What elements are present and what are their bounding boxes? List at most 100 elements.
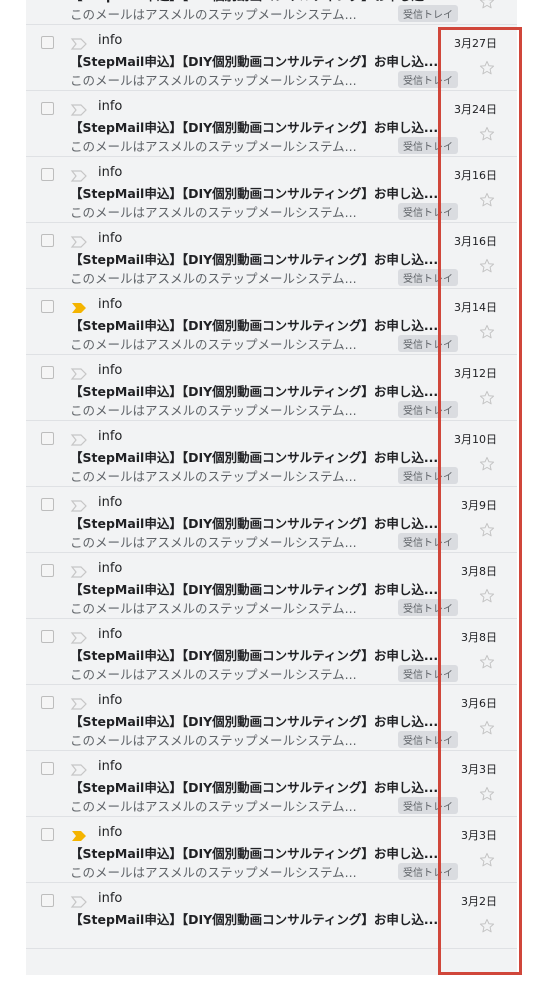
star-outline-icon[interactable] (478, 785, 496, 803)
checkbox-icon[interactable] (41, 168, 54, 181)
email-row[interactable]: info 3月10日 【StepMail申込】【DIY個別動画コンサルティング】お申… (26, 421, 517, 487)
sender-name: info (98, 33, 123, 48)
importance-marker-icon[interactable] (70, 630, 88, 644)
inbox-label[interactable]: 受信トレイ (398, 533, 458, 550)
email-row[interactable]: info 3月12日 【StepMail申込】【DIY個別動画コンサルティング】お申… (26, 355, 517, 421)
email-snippet: このメールはアスメルのステップメールシステム... (70, 601, 357, 616)
importance-marker-icon[interactable] (70, 300, 88, 314)
checkbox-icon[interactable] (41, 696, 54, 709)
importance-marker-icon[interactable] (70, 366, 88, 380)
email-subject: 【StepMail申込】【DIY個別動画コンサルティング】お申し込... (70, 714, 439, 729)
email-snippet: このメールはアスメルのステップメールシステム... (70, 733, 357, 748)
sender-name: info (98, 363, 123, 378)
star-outline-icon[interactable] (478, 257, 496, 275)
email-row[interactable]: info 3月16日 【StepMail申込】【DIY個別動画コンサルティング】お申… (26, 223, 517, 289)
email-row[interactable]: info 3月3日 【StepMail申込】【DIY個別動画コンサルティング】お申し… (26, 817, 517, 883)
checkbox-icon[interactable] (41, 300, 54, 313)
importance-marker-icon[interactable] (70, 234, 88, 248)
email-row[interactable]: 【StepMail申込】【DIY個別動画コンサルティング】お申し込...このメー… (26, 0, 517, 25)
importance-marker-icon[interactable] (70, 498, 88, 512)
star-outline-icon[interactable] (478, 587, 496, 605)
importance-marker-icon[interactable] (70, 894, 88, 908)
email-snippet: このメールはアスメルのステップメールシステム... (70, 799, 357, 814)
sender-name: info (98, 495, 123, 510)
email-date: 3月24日 (454, 103, 497, 116)
importance-marker-icon[interactable] (70, 432, 88, 446)
checkbox-icon[interactable] (41, 564, 54, 577)
email-date: 3月16日 (454, 169, 497, 182)
email-subject: 【StepMail申込】【DIY個別動画コンサルティング】お申し込... (70, 318, 439, 333)
checkbox-icon[interactable] (41, 498, 54, 511)
inbox-label[interactable]: 受信トレイ (398, 5, 458, 22)
star-outline-icon[interactable] (478, 389, 496, 407)
checkbox-icon[interactable] (41, 102, 54, 115)
email-date: 3月3日 (461, 763, 497, 776)
importance-marker-icon[interactable] (70, 762, 88, 776)
email-subject: 【StepMail申込】【DIY個別動画コンサルティング】お申し込... (70, 384, 439, 399)
importance-marker-icon[interactable] (70, 564, 88, 578)
inbox-label[interactable]: 受信トレイ (398, 863, 458, 880)
inbox-label[interactable]: 受信トレイ (398, 203, 458, 220)
email-date: 3月3日 (461, 829, 497, 842)
email-row[interactable]: info 3月8日 【StepMail申込】【DIY個別動画コンサルティング】お申し… (26, 553, 517, 619)
checkbox-icon[interactable] (41, 630, 54, 643)
email-subject: 【StepMail申込】【DIY個別動画コンサルティング】お申し込... (70, 54, 439, 69)
importance-marker-icon[interactable] (70, 36, 88, 50)
email-row[interactable]: info 3月27日 【StepMail申込】【DIY個別動画コンサルティング】お申… (26, 25, 517, 91)
email-date: 3月16日 (454, 235, 497, 248)
email-row[interactable]: info 3月16日【StepMail申込】【DIY個別動画コンサルティング】お申… (26, 157, 517, 223)
star-outline-icon[interactable] (478, 455, 496, 473)
inbox-label[interactable]: 受信トレイ (398, 467, 458, 484)
star-outline-icon[interactable] (478, 851, 496, 869)
inbox-label[interactable]: 受信トレイ (398, 269, 458, 286)
star-outline-icon[interactable] (478, 719, 496, 737)
email-date: 3月9日 (461, 499, 497, 512)
star-outline-icon[interactable] (478, 521, 496, 539)
inbox-label[interactable]: 受信トレイ (398, 797, 458, 814)
email-row[interactable]: info 3月24日 【StepMail申込】【DIY個別動画コンサルティング】お申… (26, 91, 517, 157)
star-outline-icon[interactable] (478, 191, 496, 209)
email-row[interactable]: info 3月2日 【StepMail申込】【DIY個別動画コンサルティング】お申し… (26, 883, 517, 949)
inbox-label[interactable]: 受信トレイ (398, 137, 458, 154)
checkbox-icon[interactable] (41, 828, 54, 841)
inbox-label[interactable]: 受信トレイ (398, 731, 458, 748)
sender-name: info (98, 165, 123, 180)
email-subject: 【StepMail申込】【DIY個別動画コンサルティング】お申し込... (70, 186, 439, 201)
checkbox-icon[interactable] (41, 432, 54, 445)
checkbox-icon[interactable] (41, 894, 54, 907)
inbox-label[interactable]: 受信トレイ (398, 401, 458, 418)
email-subject: 【StepMail申込】【DIY個別動画コンサルティング】お申し込... (70, 516, 439, 531)
star-outline-icon[interactable] (478, 917, 496, 935)
star-outline-icon[interactable] (478, 323, 496, 341)
sender-name: info (98, 429, 123, 444)
email-snippet: このメールはアスメルのステップメールシステム... (70, 7, 357, 22)
inbox-label[interactable]: 受信トレイ (398, 335, 458, 352)
email-row[interactable]: info 3月6日 【StepMail申込】【DIY個別動画コンサルティング】お申し… (26, 685, 517, 751)
email-row[interactable]: info 3月9日【StepMail申込】【DIY個別動画コンサルティング】お申し… (26, 487, 517, 553)
checkbox-icon[interactable] (41, 762, 54, 775)
email-row[interactable]: info 3月8日 【StepMail申込】【DIY個別動画コンサルティング】お申し… (26, 619, 517, 685)
email-subject: 【StepMail申込】【DIY個別動画コンサルティング】お申し込... (70, 252, 439, 267)
email-snippet: このメールはアスメルのステップメールシステム... (70, 403, 357, 418)
sender-name: info (98, 627, 123, 642)
importance-marker-icon[interactable] (70, 168, 88, 182)
importance-marker-icon[interactable] (70, 828, 88, 842)
star-outline-icon[interactable] (478, 59, 496, 77)
inbox-label[interactable]: 受信トレイ (398, 71, 458, 88)
checkbox-icon[interactable] (41, 36, 54, 49)
star-outline-icon[interactable] (478, 125, 496, 143)
importance-marker-icon[interactable] (70, 696, 88, 710)
star-outline-icon[interactable] (478, 0, 496, 11)
inbox-label[interactable]: 受信トレイ (398, 665, 458, 682)
email-row[interactable]: info 3月14日 【StepMail申込】【DIY個別動画コンサルティング】お申… (26, 289, 517, 355)
email-snippet: このメールはアスメルのステップメールシステム... (70, 271, 357, 286)
checkbox-icon[interactable] (41, 366, 54, 379)
email-row[interactable]: info 3月3日 【StepMail申込】【DIY個別動画コンサルティング】お申し… (26, 751, 517, 817)
email-list: 【StepMail申込】【DIY個別動画コンサルティング】お申し込... このメー… (26, 0, 517, 975)
email-subject: 【StepMail申込】【DIY個別動画コンサルティング】お申し込... (70, 648, 439, 663)
importance-marker-icon[interactable] (70, 102, 88, 116)
checkbox-icon[interactable] (41, 234, 54, 247)
email-subject: 【StepMail申込】【DIY個別動画コンサルティング】お申し込... (70, 120, 439, 135)
inbox-label[interactable]: 受信トレイ (398, 599, 458, 616)
star-outline-icon[interactable] (478, 653, 496, 671)
